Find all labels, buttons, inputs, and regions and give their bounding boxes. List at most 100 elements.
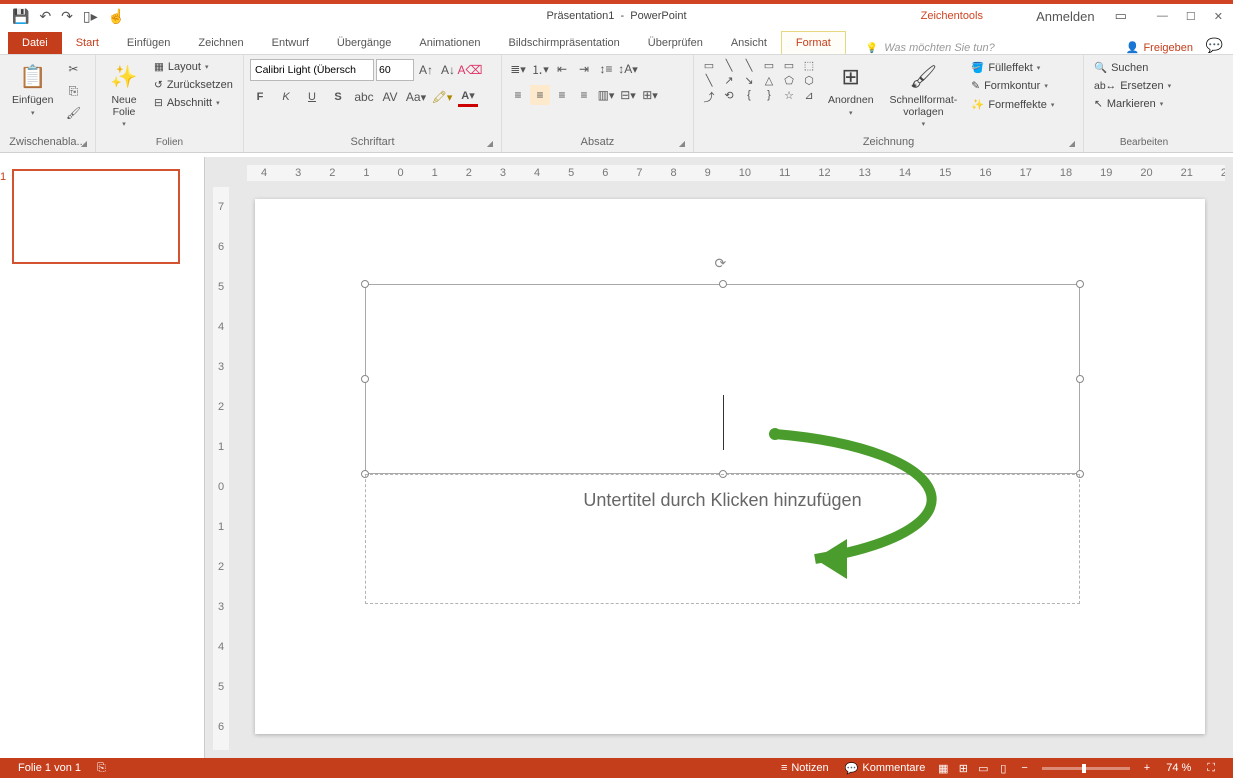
tab-file[interactable]: Datei	[8, 32, 62, 54]
font-size-input[interactable]	[376, 59, 414, 81]
comments-pane-icon[interactable]: 💬	[1206, 37, 1223, 54]
touch-mode-icon[interactable]: ☝	[108, 8, 125, 25]
shadow-icon[interactable]: S	[328, 87, 348, 107]
bullets-icon[interactable]: ≣▾	[508, 59, 528, 79]
line-spacing-icon[interactable]: ↕≡	[596, 59, 616, 79]
tab-insert[interactable]: Einfügen	[113, 32, 184, 54]
char-spacing-icon[interactable]: AV	[380, 87, 400, 107]
sign-in-button[interactable]: Anmelden	[1036, 9, 1095, 24]
slide-info[interactable]: Folie 1 von 1	[18, 762, 81, 774]
numbering-icon[interactable]: ⒈▾	[530, 59, 550, 79]
display-options-icon[interactable]: ▭	[1115, 8, 1127, 24]
dialog-launcher-icon[interactable]: ◢	[679, 139, 685, 148]
comments-button[interactable]: 💬 Kommentare	[845, 762, 926, 775]
slide-thumbnail[interactable]: 1	[12, 169, 180, 264]
columns-icon[interactable]: ▥▾	[596, 85, 616, 105]
format-painter-icon[interactable]: 🖌	[63, 103, 83, 123]
new-slide-button[interactable]: ✨ Neue Folie ▾	[102, 59, 146, 130]
clear-formatting-icon[interactable]: A⌫	[460, 60, 480, 80]
tab-view[interactable]: Ansicht	[717, 32, 781, 54]
normal-view-icon[interactable]: ▦	[933, 762, 953, 775]
cut-icon[interactable]: ✂	[63, 59, 83, 79]
start-from-beginning-icon[interactable]: ▯▸	[83, 8, 98, 25]
ruler-horizontal[interactable]: 4321012345678910111213141516171819202122…	[247, 165, 1225, 181]
zoom-out-icon[interactable]: −	[1021, 762, 1027, 774]
shapes-gallery[interactable]: ▭╲╲▭▭⬚ ╲↗↘△⬠⬡ ⤴⟲{}☆⊿	[700, 59, 818, 105]
sorter-view-icon[interactable]: ⊞	[953, 762, 973, 775]
resize-handle[interactable]	[361, 375, 369, 383]
replace-button[interactable]: ab↔ Ersetzen▾	[1090, 78, 1175, 94]
shape-effects-button[interactable]: ✨ Formeffekte▾	[967, 96, 1058, 113]
zoom-in-icon[interactable]: +	[1144, 762, 1150, 774]
paste-button[interactable]: 📋 Einfügen ▾	[6, 59, 59, 119]
ruler-vertical[interactable]: 765432101234567891011	[213, 187, 229, 750]
dialog-launcher-icon[interactable]: ◢	[1069, 139, 1075, 148]
subtitle-textbox[interactable]: Untertitel durch Klicken hinzufügen	[365, 474, 1080, 604]
tab-transitions[interactable]: Übergänge	[323, 32, 405, 54]
strikethrough-icon[interactable]: abc	[354, 87, 374, 107]
dialog-launcher-icon[interactable]: ◢	[487, 139, 493, 148]
increase-indent-icon[interactable]: ⇥	[574, 59, 594, 79]
slideshow-view-icon[interactable]: ▯	[993, 762, 1013, 775]
tab-home[interactable]: Start	[62, 32, 113, 54]
dialog-launcher-icon[interactable]: ◢	[81, 139, 87, 148]
shape-outline-button[interactable]: ✎ Formkontur▾	[967, 78, 1058, 94]
chevron-down-icon[interactable]: ▾	[122, 120, 126, 128]
section-button[interactable]: ⊟ Abschnitt▾	[150, 95, 237, 111]
reset-button[interactable]: ↺ Zurücksetzen	[150, 77, 237, 93]
tab-slideshow[interactable]: Bildschirmpräsentation	[495, 32, 634, 54]
shrink-font-icon[interactable]: A↓	[438, 60, 458, 80]
undo-icon[interactable]: ↶	[39, 8, 51, 25]
zoom-level[interactable]: 74 %	[1166, 762, 1191, 774]
resize-handle[interactable]	[1076, 375, 1084, 383]
spellcheck-icon[interactable]: ⎘	[97, 762, 106, 775]
select-button[interactable]: ↖ Markieren▾	[1090, 96, 1167, 112]
slide-thumbnail-panel[interactable]: 1	[0, 157, 205, 758]
arrange-button[interactable]: ⊞ Anordnen▾	[822, 59, 880, 119]
search-button[interactable]: 🔍 Suchen	[1090, 59, 1152, 76]
copy-icon[interactable]: ⎘	[63, 81, 83, 101]
tab-format[interactable]: Format	[781, 31, 846, 54]
font-name-input[interactable]	[250, 59, 374, 81]
align-center-icon[interactable]: ≡	[530, 85, 550, 105]
highlight-icon[interactable]: 🖍▾	[432, 87, 452, 107]
change-case-icon[interactable]: Aa▾	[406, 87, 426, 107]
resize-handle[interactable]	[1076, 280, 1084, 288]
align-right-icon[interactable]: ≡	[552, 85, 572, 105]
grow-font-icon[interactable]: A↑	[416, 60, 436, 80]
font-color-icon[interactable]: A▾	[458, 87, 478, 107]
align-left-icon[interactable]: ≡	[508, 85, 528, 105]
reading-view-icon[interactable]: ▭	[973, 762, 993, 775]
slide-canvas[interactable]: ⟳ Untertitel durch Klicken hinzufügen	[255, 199, 1205, 734]
justify-icon[interactable]: ≡	[574, 85, 594, 105]
chevron-down-icon[interactable]: ▾	[31, 109, 35, 117]
text-direction-icon[interactable]: ↕A▾	[618, 59, 638, 79]
bold-icon[interactable]: F	[250, 87, 270, 107]
tab-design[interactable]: Entwurf	[258, 32, 323, 54]
resize-handle[interactable]	[719, 280, 727, 288]
zoom-slider[interactable]	[1042, 767, 1130, 770]
decrease-indent-icon[interactable]: ⇤	[552, 59, 572, 79]
resize-handle[interactable]	[361, 280, 369, 288]
layout-button[interactable]: ▦ Layout▾	[150, 59, 237, 75]
align-text-icon[interactable]: ⊟▾	[618, 85, 638, 105]
save-icon[interactable]: 💾	[12, 8, 29, 25]
shape-fill-button[interactable]: 🪣 Fülleffekt▾	[967, 59, 1058, 76]
rotate-handle-icon[interactable]: ⟳	[715, 255, 727, 272]
fit-to-window-icon[interactable]: ⛶	[1207, 762, 1215, 775]
redo-icon[interactable]: ↷	[61, 8, 73, 25]
tab-animations[interactable]: Animationen	[405, 32, 494, 54]
minimize-icon[interactable]: —	[1157, 10, 1168, 23]
share-button[interactable]: Freigeben	[1126, 41, 1193, 54]
tab-review[interactable]: Überprüfen	[634, 32, 717, 54]
close-icon[interactable]: ✕	[1214, 10, 1223, 23]
tab-draw[interactable]: Zeichnen	[184, 32, 257, 54]
title-textbox[interactable]: ⟳	[365, 284, 1080, 474]
notes-button[interactable]: ≡ Notizen	[781, 762, 829, 774]
maximize-icon[interactable]: ☐	[1186, 10, 1196, 23]
underline-icon[interactable]: U	[302, 87, 322, 107]
quick-styles-button[interactable]: 🖌 Schnellformat- vorlagen▾	[884, 59, 964, 130]
italic-icon[interactable]: K	[276, 87, 296, 107]
tell-me-input[interactable]: Was möchten Sie tun?	[866, 42, 995, 54]
smartart-icon[interactable]: ⊞▾	[640, 85, 660, 105]
